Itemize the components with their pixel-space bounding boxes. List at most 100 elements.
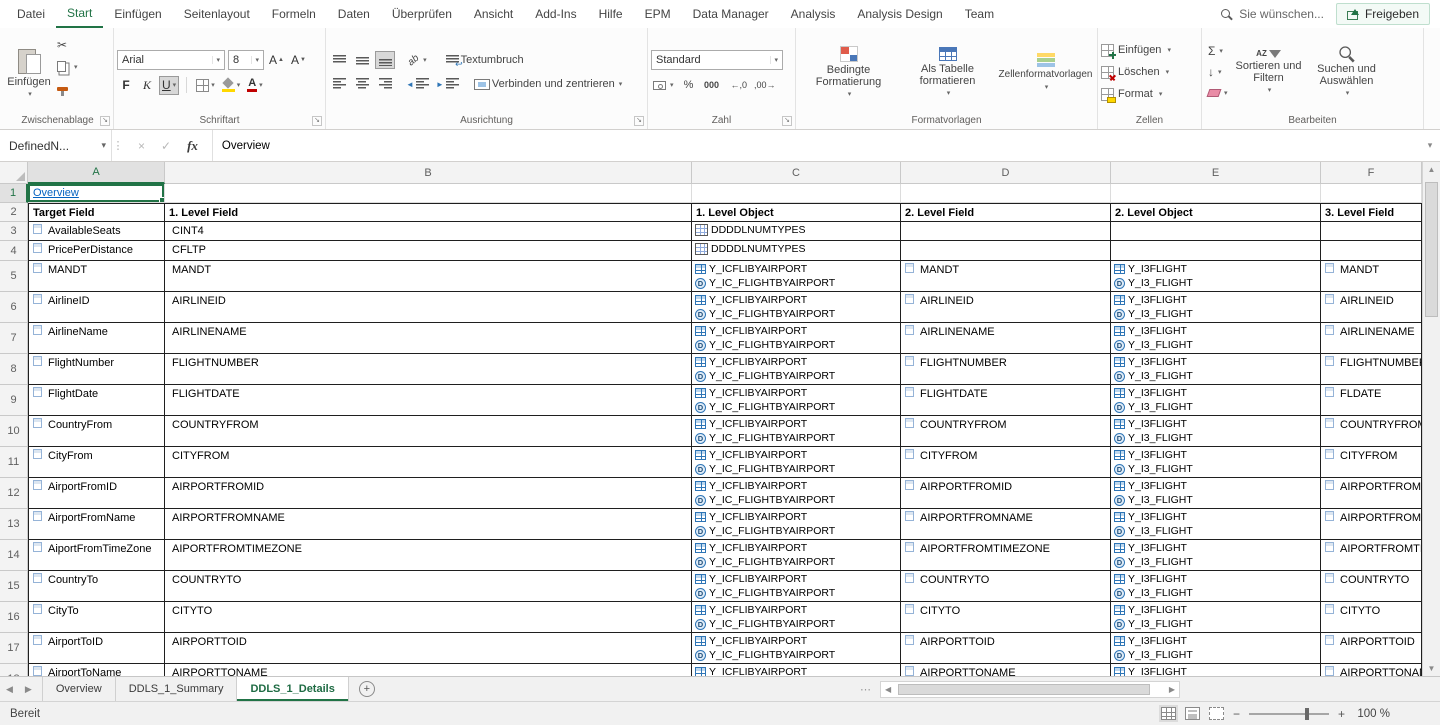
- row-header-3[interactable]: 3: [0, 222, 28, 241]
- row-header-14[interactable]: 14: [0, 540, 28, 571]
- cell-C15[interactable]: Y_ICFLIBYAIRPORTDY_IC_FLIGHTBYAIRPORT: [692, 571, 901, 602]
- scroll-up-icon[interactable]: ▲: [1428, 165, 1436, 174]
- ribbon-tab-formeln[interactable]: Formeln: [261, 0, 327, 28]
- cell-F3[interactable]: [1321, 222, 1422, 241]
- italic-button[interactable]: K: [138, 76, 156, 95]
- sheet-nav-left-icon[interactable]: ◀: [0, 684, 19, 695]
- row-header-18[interactable]: 18: [0, 664, 28, 676]
- clear-button[interactable]: ▾: [1208, 84, 1228, 103]
- zoom-slider[interactable]: [1249, 713, 1329, 715]
- cell-F16[interactable]: CITYTO: [1321, 602, 1422, 633]
- cell-F14[interactable]: AIPORTFROMTIMEZONE: [1321, 540, 1422, 571]
- cell-F4[interactable]: [1321, 241, 1422, 261]
- font-family-select[interactable]: Arial▾: [117, 50, 225, 70]
- sheet-tab-overview[interactable]: Overview: [43, 677, 116, 701]
- cell-B17[interactable]: AIRPORTTOID: [165, 633, 692, 664]
- select-all-button[interactable]: [0, 162, 28, 184]
- cell-F8[interactable]: FLIGHTNUMBER: [1321, 354, 1422, 385]
- cell-F1[interactable]: [1321, 184, 1422, 203]
- cell-C14[interactable]: Y_ICFLIBYAIRPORTDY_IC_FLIGHTBYAIRPORT: [692, 540, 901, 571]
- merge-center-button[interactable]: Verbinden und zentrieren▾: [472, 75, 624, 93]
- cell-B8[interactable]: FLIGHTNUMBER: [165, 354, 692, 385]
- find-select-button[interactable]: Suchen und Auswählen ▾: [1307, 33, 1387, 111]
- cell-C8[interactable]: Y_ICFLIBYAIRPORTDY_IC_FLIGHTBYAIRPORT: [692, 354, 901, 385]
- zoom-level[interactable]: 100 %: [1354, 708, 1390, 720]
- cell-C2[interactable]: 1. Level Object: [692, 203, 901, 222]
- delete-cells-button[interactable]: Löschen▾: [1101, 62, 1169, 82]
- cut-button[interactable]: ✂: [57, 36, 78, 53]
- overview-hyperlink[interactable]: Overview: [33, 186, 79, 200]
- align-bottom-button[interactable]: [375, 51, 395, 69]
- column-header-A[interactable]: A: [28, 162, 165, 184]
- cell-D12[interactable]: AIRPORTFROMID: [901, 478, 1111, 509]
- cell-E10[interactable]: Y_I3FLIGHTDY_I3_FLIGHT: [1111, 416, 1321, 447]
- scroll-left-icon[interactable]: ◀: [885, 685, 891, 694]
- cell-A3[interactable]: AvailableSeats: [28, 222, 165, 241]
- row-header-8[interactable]: 8: [0, 354, 28, 385]
- format-as-table-button[interactable]: Als Tabelle formatieren ▾: [898, 33, 997, 111]
- row-header-6[interactable]: 6: [0, 292, 28, 323]
- cell-A18[interactable]: AirportToName: [28, 664, 165, 676]
- cell-A6[interactable]: AirlineID: [28, 292, 165, 323]
- row-header-11[interactable]: 11: [0, 447, 28, 478]
- align-top-button[interactable]: [329, 51, 349, 69]
- format-cells-button[interactable]: Format▾: [1101, 84, 1162, 104]
- font-dialog-launcher[interactable]: ↘: [312, 116, 322, 126]
- cell-F5[interactable]: MANDT: [1321, 261, 1422, 292]
- cell-E5[interactable]: Y_I3FLIGHTDY_I3_FLIGHT: [1111, 261, 1321, 292]
- cell-D9[interactable]: FLIGHTDATE: [901, 385, 1111, 416]
- cell-D1[interactable]: [901, 184, 1111, 203]
- cell-F10[interactable]: COUNTRYFROM: [1321, 416, 1422, 447]
- row-header-9[interactable]: 9: [0, 385, 28, 416]
- cell-D7[interactable]: AIRLINENAME: [901, 323, 1111, 354]
- cell-A12[interactable]: AirportFromID: [28, 478, 165, 509]
- conditional-formatting-button[interactable]: Bedingte Formatierung ▾: [799, 33, 898, 111]
- cell-F9[interactable]: FLDATE: [1321, 385, 1422, 416]
- cell-E18[interactable]: Y_I3FLIGHTDY_I3_FLIGHT: [1111, 664, 1321, 676]
- scroll-down-icon[interactable]: ▼: [1428, 664, 1436, 673]
- orientation-button[interactable]: ab▾: [406, 51, 429, 69]
- format-painter-button[interactable]: [57, 80, 78, 97]
- cell-A10[interactable]: CountryFrom: [28, 416, 165, 447]
- insert-function-icon[interactable]: fx: [187, 138, 198, 154]
- cell-A9[interactable]: FlightDate: [28, 385, 165, 416]
- name-box-dropdown-icon[interactable]: ▾: [101, 140, 106, 151]
- number-dialog-launcher[interactable]: ↘: [782, 116, 792, 126]
- horizontal-scrollbar[interactable]: ◀ ▶: [880, 681, 1180, 698]
- cell-A11[interactable]: CityFrom: [28, 447, 165, 478]
- ribbon-tab-analysis-design[interactable]: Analysis Design: [846, 0, 953, 28]
- row-header-17[interactable]: 17: [0, 633, 28, 664]
- cell-D4[interactable]: [901, 241, 1111, 261]
- cell-D6[interactable]: AIRLINEID: [901, 292, 1111, 323]
- vertical-scrollbar[interactable]: ▲ ▼: [1422, 162, 1440, 676]
- cell-D11[interactable]: CITYFROM: [901, 447, 1111, 478]
- cell-B15[interactable]: COUNTRYTO: [165, 571, 692, 602]
- cell-B12[interactable]: AIRPORTFROMID: [165, 478, 692, 509]
- accounting-format-button[interactable]: ▾: [651, 76, 676, 94]
- align-center-button[interactable]: [352, 75, 372, 93]
- cell-B1[interactable]: [165, 184, 692, 203]
- cell-D8[interactable]: FLIGHTNUMBER: [901, 354, 1111, 385]
- autosum-button[interactable]: Σ▾: [1208, 42, 1228, 61]
- cell-E11[interactable]: Y_I3FLIGHTDY_I3_FLIGHT: [1111, 447, 1321, 478]
- font-size-select[interactable]: 8▾: [228, 50, 264, 70]
- cell-C17[interactable]: Y_ICFLIBYAIRPORTDY_IC_FLIGHTBYAIRPORT: [692, 633, 901, 664]
- cancel-icon[interactable]: ×: [138, 139, 145, 153]
- ribbon-tab-hilfe[interactable]: Hilfe: [588, 0, 634, 28]
- row-header-2[interactable]: 2: [0, 203, 28, 222]
- fill-button[interactable]: ↓▾: [1208, 63, 1228, 82]
- cell-A4[interactable]: PricePerDistance: [28, 241, 165, 261]
- cell-styles-button[interactable]: Zellenformatvorlagen ▾: [997, 33, 1094, 111]
- row-header-1[interactable]: 1: [0, 184, 28, 203]
- cell-A13[interactable]: AirportFromName: [28, 509, 165, 540]
- column-header-C[interactable]: C: [692, 162, 901, 184]
- decrease-decimal-button[interactable]: ,00→: [752, 76, 778, 94]
- row-header-7[interactable]: 7: [0, 323, 28, 354]
- cell-C10[interactable]: Y_ICFLIBYAIRPORTDY_IC_FLIGHTBYAIRPORT: [692, 416, 901, 447]
- sheet-tab-ddls_1_summary[interactable]: DDLS_1_Summary: [116, 677, 238, 701]
- ribbon-tab-datei[interactable]: Datei: [6, 0, 56, 28]
- borders-button[interactable]: ▾: [194, 76, 217, 95]
- scroll-right-icon[interactable]: ▶: [1169, 685, 1175, 694]
- ribbon-tab-daten[interactable]: Daten: [327, 0, 381, 28]
- zoom-out-button[interactable]: −: [1233, 707, 1240, 721]
